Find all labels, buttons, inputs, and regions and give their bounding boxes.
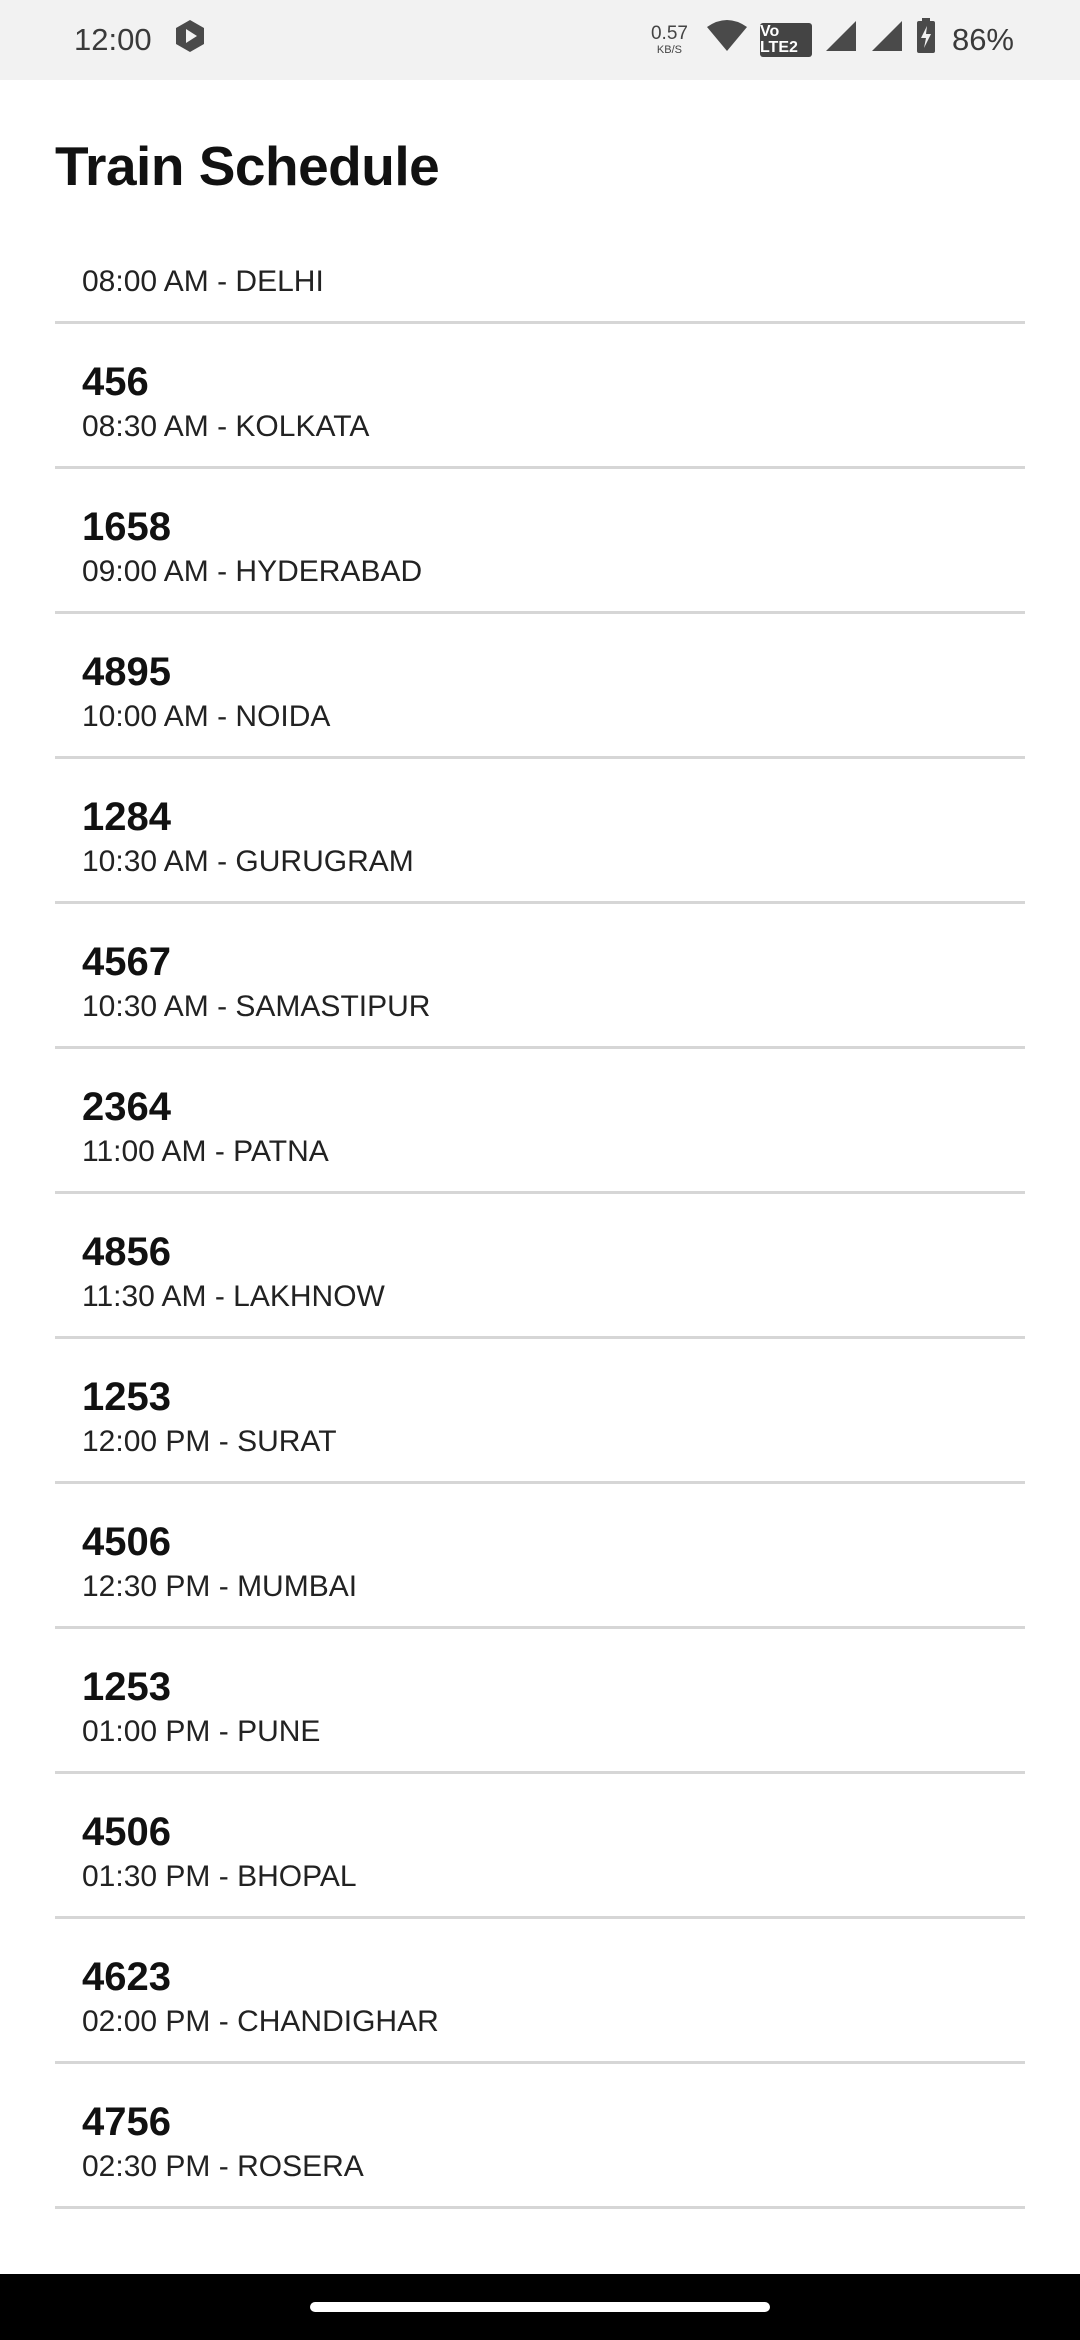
signal-strength-icon-2 [870,19,904,61]
train-time-destination: 02:30 PM - ROSERA [82,2150,364,2183]
list-item[interactable]: 4856 11:30 AM - LAKHNOW [55,1194,1025,1339]
train-time-destination: 10:00 AM - NOIDA [82,700,331,733]
list-item[interactable]: 2364 11:00 AM - PATNA [55,1049,1025,1194]
train-number: 4623 [82,1955,171,1999]
train-time-destination: 11:00 AM - PATNA [82,1135,329,1168]
navigation-bar [0,2274,1080,2340]
list-item[interactable]: 4506 01:30 PM - BHOPAL [55,1774,1025,1919]
signal-strength-icon [824,19,858,61]
list-item[interactable]: 4506 12:30 PM - MUMBAI [55,1484,1025,1629]
list-item[interactable]: 4623 02:00 PM - CHANDIGHAR [55,1919,1025,2064]
list-item[interactable]: 1658 09:00 AM - HYDERABAD [55,469,1025,614]
train-number: 2364 [82,1085,171,1129]
status-left: 12:00 [74,18,208,62]
train-time-destination: 12:00 PM - SURAT [82,1425,337,1458]
train-time-destination: 02:00 PM - CHANDIGHAR [82,2005,439,2038]
train-time-destination: 08:30 AM - KOLKATA [82,410,370,443]
train-time-destination: 10:30 AM - SAMASTIPUR [82,990,431,1023]
schedule-list: 123 08:00 AM - DELHI 456 08:30 AM - KOLKATA… [0,252,1080,2209]
train-time-destination: 01:30 PM - BHOPAL [82,1860,357,1893]
status-time: 12:00 [74,22,152,57]
status-right: 0.57 KB/S Vo LTE2 86% [651,18,1014,62]
home-gesture-handle[interactable] [310,2302,770,2312]
page-title: Train Schedule [55,135,440,197]
train-number: 1284 [82,795,171,839]
network-speed-value: 0.57 [650,23,688,44]
train-number: 4506 [82,1810,171,1854]
train-number: 1658 [82,505,171,549]
train-number: 456 [82,360,149,404]
list-item[interactable]: 1253 12:00 PM - SURAT [55,1339,1025,1484]
train-number: 4895 [82,650,171,694]
train-number: 1253 [82,1665,171,1709]
schedule-list-viewport[interactable]: 123 08:00 AM - DELHI 456 08:30 AM - KOLKATA… [0,252,1080,2274]
train-number: 123 [82,252,149,260]
train-number: 4567 [82,940,171,984]
train-number: 4756 [82,2100,171,2144]
list-item[interactable]: 4895 10:00 AM - NOIDA [55,614,1025,759]
wifi-icon [706,19,748,61]
list-item[interactable]: 123 08:00 AM - DELHI [55,252,1025,324]
list-item[interactable]: 1253 01:00 PM - PUNE [55,1629,1025,1774]
list-item[interactable]: 1284 10:30 AM - GURUGRAM [55,759,1025,904]
app-header: Train Schedule [0,80,1080,252]
status-bar: 12:00 0.57 KB/S Vo LTE2 86% [0,0,1080,80]
list-item[interactable]: 4567 10:30 AM - SAMASTIPUR [55,904,1025,1049]
battery-percent: 86% [951,22,1014,57]
network-speed-unit: KB/S [656,44,682,56]
volte-lte-icon: Vo LTE2 [759,23,812,57]
train-time-destination: 01:00 PM - PUNE [82,1715,321,1748]
train-number: 1253 [82,1375,171,1419]
train-time-destination: 11:30 AM - LAKHNOW [82,1280,385,1313]
train-time-destination: 12:30 PM - MUMBAI [82,1570,358,1603]
network-speed: 0.57 KB/S [651,24,688,56]
battery-charging-icon [916,18,936,62]
list-item[interactable]: 4756 02:30 PM - ROSERA [55,2064,1025,2209]
train-time-destination: 09:00 AM - HYDERABAD [82,555,423,588]
train-number: 4506 [82,1520,171,1564]
train-number: 4856 [82,1230,171,1274]
assistant-icon [172,18,208,62]
train-time-destination: 10:30 AM - GURUGRAM [82,845,414,878]
list-item[interactable]: 456 08:30 AM - KOLKATA [55,324,1025,469]
train-time-destination: 08:00 AM - DELHI [82,265,324,298]
